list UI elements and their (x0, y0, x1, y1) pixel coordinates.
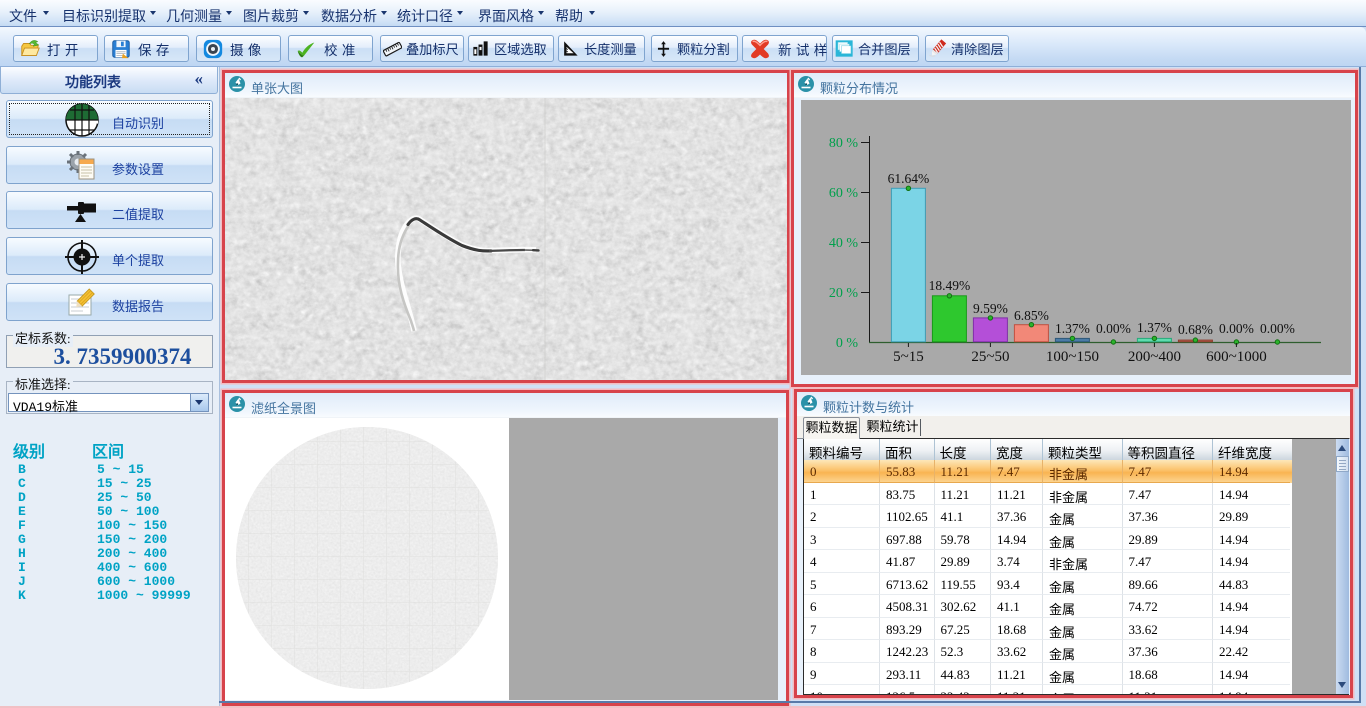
svg-text:6.85%: 6.85% (1014, 308, 1049, 323)
svg-text:25~50: 25~50 (971, 349, 1009, 365)
svg-text:0.00%: 0.00% (1096, 321, 1131, 336)
svg-text:18.49%: 18.49% (929, 278, 971, 293)
svg-text:600~1000: 600~1000 (1206, 349, 1267, 365)
svg-text:61.64%: 61.64% (888, 171, 930, 186)
svg-text:80 %: 80 % (829, 136, 859, 151)
svg-text:200~400: 200~400 (1128, 349, 1181, 365)
svg-text:60 %: 60 % (829, 186, 859, 201)
svg-text:20 %: 20 % (829, 286, 859, 301)
svg-text:0 %: 0 % (836, 336, 859, 351)
svg-text:9.59%: 9.59% (973, 301, 1008, 316)
svg-text:40 %: 40 % (829, 236, 859, 251)
svg-text:1.37%: 1.37% (1055, 321, 1090, 336)
svg-text:5~15: 5~15 (893, 349, 924, 365)
svg-text:0.68%: 0.68% (1178, 322, 1213, 337)
svg-text:0.00%: 0.00% (1219, 321, 1254, 336)
svg-text:100~150: 100~150 (1046, 349, 1099, 365)
svg-text:0.00%: 0.00% (1260, 321, 1295, 336)
svg-text:1.37%: 1.37% (1137, 320, 1172, 335)
